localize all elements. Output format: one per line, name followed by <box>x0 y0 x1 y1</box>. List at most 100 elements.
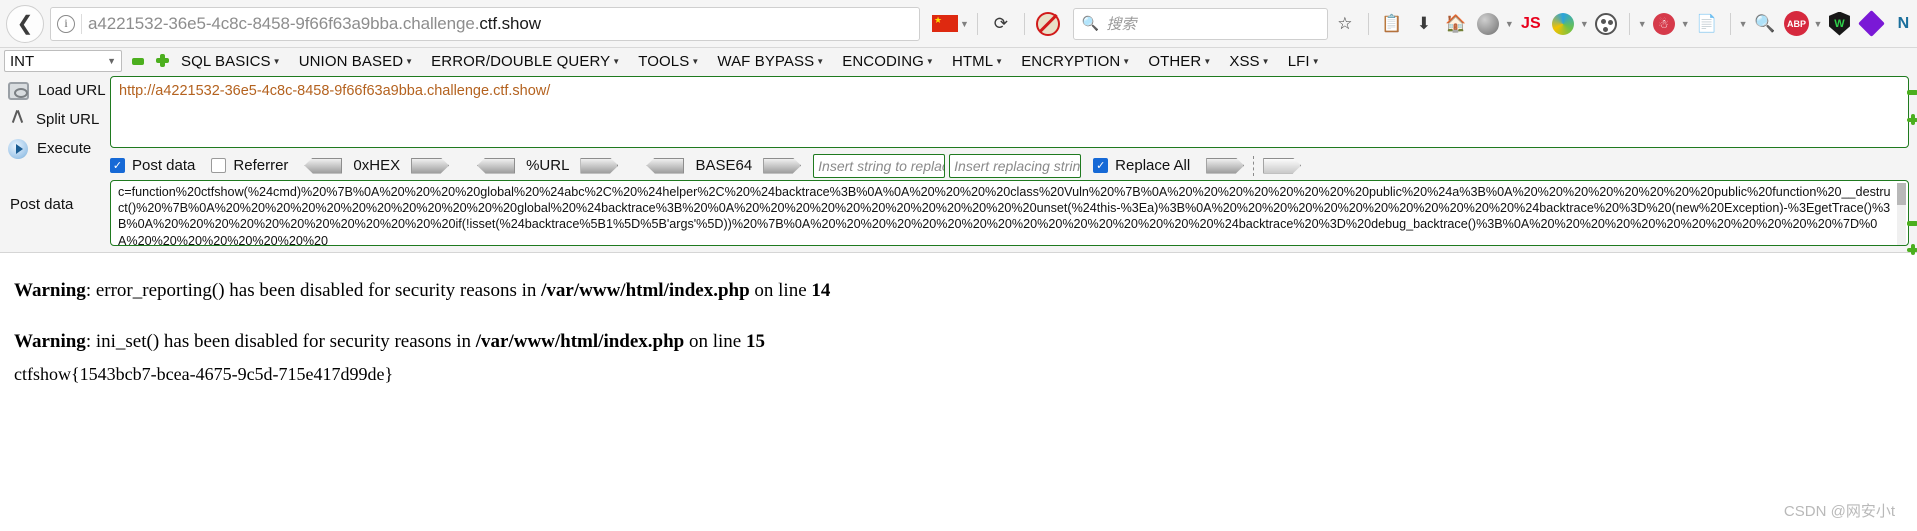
menu-label: LFI <box>1287 52 1310 70</box>
replace-apply-button[interactable] <box>1206 157 1245 174</box>
url-textarea[interactable]: http://a4221532-36e5-4c8c-8458-9f66f63a9… <box>110 76 1909 148</box>
menu-encryption[interactable]: ENCRYPTION ▼ <box>1012 53 1139 70</box>
post-row-remove-icon[interactable] <box>1907 221 1917 226</box>
watermark-text: CSDN @网安小t <box>1783 503 1895 520</box>
post-data-checkbox[interactable]: ✓ <box>110 158 125 173</box>
url-encode-button[interactable] <box>580 157 619 174</box>
warning-label-2: Warning <box>14 330 86 352</box>
url-row-remove-icon[interactable] <box>1907 90 1917 95</box>
replace-from-input[interactable]: Insert string to replace <box>813 153 946 178</box>
post-data-scrollbar[interactable] <box>1897 183 1906 245</box>
load-url-icon <box>8 81 29 100</box>
nav-divider-3 <box>1367 12 1369 35</box>
abp-label: ABP <box>1784 11 1810 36</box>
noscript-blocked-icon[interactable] <box>1033 9 1063 39</box>
site-info-icon[interactable]: i <box>57 14 75 33</box>
chevron-down-icon: ▼ <box>107 56 116 66</box>
search-magnifier-icon[interactable]: 🔍 <box>1750 9 1780 39</box>
caret-down-icon: ▼ <box>612 56 621 66</box>
post-data-checkbox-label: Post data <box>132 157 196 174</box>
menu-other[interactable]: OTHER ▼ <box>1139 53 1220 70</box>
menu-html[interactable]: HTML ▼ <box>943 53 1012 70</box>
load-url-button[interactable]: Load URL <box>0 76 110 105</box>
flag-dropdown-caret-icon[interactable]: ▼ <box>960 19 969 29</box>
color-palette-icon[interactable] <box>1591 9 1621 39</box>
post-data-textarea[interactable]: c=function%20ctfshow(%24cmd)%20%7B%0A%20… <box>110 180 1909 246</box>
nav-divider-1 <box>976 12 978 35</box>
hex-decode-button[interactable] <box>304 157 343 174</box>
nav-divider-5 <box>1729 12 1731 35</box>
hackbar-body: Load URL Split URL Execute Post data htt… <box>0 74 1917 255</box>
nav-divider-4 <box>1628 12 1630 35</box>
search-icon: 🔍 <box>1081 15 1100 31</box>
payload-type-select[interactable]: INT ▼ <box>4 50 122 72</box>
base64-decode-button[interactable] <box>646 157 685 174</box>
abp-caret-icon[interactable]: ▼ <box>1814 19 1823 29</box>
menu-union-based[interactable]: UNION BASED ▼ <box>290 53 422 70</box>
post-row-add-icon[interactable] <box>1907 244 1917 255</box>
hackbar-menu-row: INT ▼ SQL BASICS ▼ UNION BASED ▼ ERROR/DOU… <box>0 48 1917 74</box>
warning-label-1: Warning <box>14 280 86 301</box>
referrer-checkbox[interactable] <box>211 158 227 173</box>
execute-button[interactable]: Execute <box>0 134 110 163</box>
library-icon[interactable]: 📋 <box>1377 9 1407 39</box>
menu-sql-basics[interactable]: SQL BASICS ▼ <box>172 53 290 70</box>
menu-label: ENCODING <box>842 52 924 70</box>
bookmark-star-icon[interactable]: ☆ <box>1330 9 1360 39</box>
split-url-button[interactable]: Split URL <box>0 105 110 134</box>
options-divider <box>1253 155 1255 176</box>
javascript-toggle-icon[interactable]: JS <box>1516 9 1546 39</box>
menu-lfi[interactable]: LFI ▼ <box>1279 53 1329 70</box>
network-monitor-icon[interactable]: N <box>1888 9 1917 39</box>
replace-undo-button[interactable] <box>1263 157 1302 174</box>
replace-to-placeholder: Insert replacing string <box>954 157 1082 174</box>
caret-down-icon: ▼ <box>272 56 281 66</box>
menu-label: ERROR/DOUBLE QUERY <box>431 52 611 70</box>
base64-encode-button[interactable] <box>763 157 802 174</box>
warning-message-2: Warning: ini_set() has been disabled for… <box>14 330 1903 355</box>
caret-down-icon: ▼ <box>1203 56 1212 66</box>
menu-xss[interactable]: XSS ▼ <box>1220 53 1278 70</box>
menu-error-double-query[interactable]: ERROR/DOUBLE QUERY ▼ <box>422 53 629 70</box>
ie-tab-icon[interactable] <box>1548 9 1578 39</box>
page-copy-icon[interactable]: 📄 <box>1692 9 1722 39</box>
url-row-add-icon[interactable] <box>1907 114 1917 125</box>
china-flag-icon[interactable] <box>932 13 958 32</box>
warning-suffix-2: on line <box>684 330 746 352</box>
network-label: N <box>1897 14 1910 32</box>
shield-security-icon[interactable]: W <box>1824 9 1854 39</box>
add-tab-button[interactable] <box>154 52 172 70</box>
post-data-side-label: Post data <box>10 196 74 213</box>
remove-tab-button[interactable] <box>129 52 147 70</box>
caret-down-icon: ▼ <box>1261 56 1270 66</box>
purple-diamond-icon[interactable] <box>1856 9 1886 39</box>
copy-caret-icon[interactable]: ▼ <box>1739 19 1748 29</box>
downloads-icon[interactable]: ⬇ <box>1409 9 1439 39</box>
palette-caret-icon[interactable]: ▼ <box>1638 19 1647 29</box>
menu-tools[interactable]: TOOLS ▼ <box>629 53 708 70</box>
red-smiley-icon[interactable]: ☃ <box>1649 9 1679 39</box>
address-bar[interactable]: i a4221532-36e5-4c8c-8458-9f66f63a9bba.c… <box>50 6 920 41</box>
caret-down-icon: ▼ <box>691 56 700 66</box>
user-account-icon[interactable] <box>1473 9 1503 39</box>
reload-icon[interactable]: ⟳ <box>986 9 1016 39</box>
back-button[interactable]: ❮ <box>6 4 44 43</box>
search-input[interactable]: 🔍 搜索 <box>1072 7 1328 40</box>
replace-all-checkbox[interactable]: ✓ <box>1093 158 1109 173</box>
adblock-plus-icon[interactable]: ABP <box>1782 9 1812 39</box>
warning-file-2: /var/www/html/index.php <box>475 330 685 352</box>
ie-tab-caret-icon[interactable]: ▼ <box>1580 19 1589 29</box>
account-caret-icon[interactable]: ▼ <box>1505 19 1514 29</box>
caret-down-icon: ▼ <box>925 56 934 66</box>
replace-all-label: Replace All <box>1115 157 1191 174</box>
hex-encode-button[interactable] <box>411 157 450 174</box>
url-decode-button[interactable] <box>477 157 516 174</box>
home-icon[interactable]: 🏠 <box>1441 9 1471 39</box>
warning-text-1: : error_reporting() has been disabled fo… <box>85 280 542 301</box>
menu-encoding[interactable]: ENCODING ▼ <box>833 53 943 70</box>
smiley-caret-icon[interactable]: ▼ <box>1681 19 1690 29</box>
caret-down-icon: ▼ <box>405 56 414 66</box>
address-divider <box>81 13 82 34</box>
replace-to-input[interactable]: Insert replacing string <box>949 153 1082 178</box>
menu-waf-bypass[interactable]: WAF BYPASS ▼ <box>708 53 833 70</box>
